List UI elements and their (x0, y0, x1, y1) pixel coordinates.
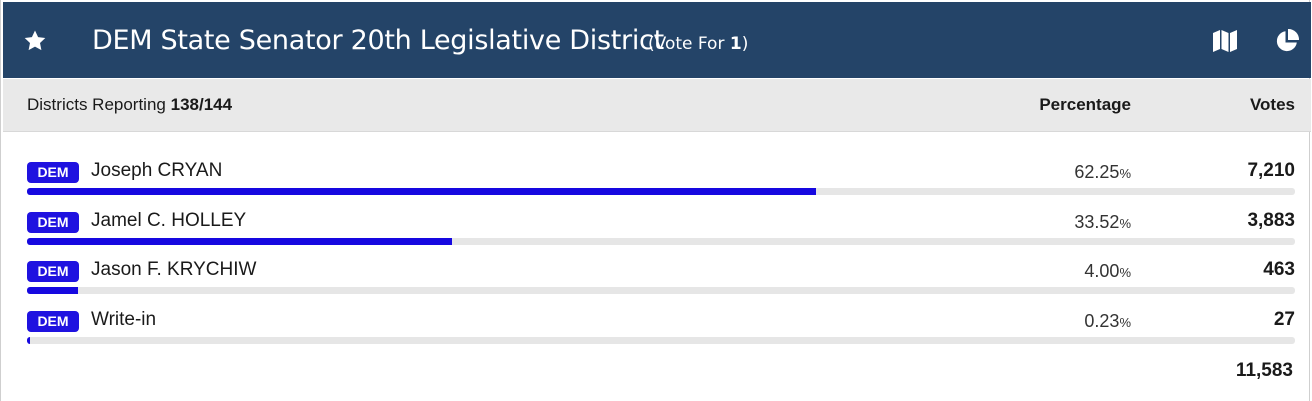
candidate-name: Jamel C. HOLLEY (91, 210, 247, 231)
contest-title: DEM State Senator 20th Legislative Distr… (92, 25, 664, 56)
vote-share-fill (27, 287, 78, 294)
vote-for-count: 1 (729, 34, 742, 54)
candidate-name: Jason F. KRYCHIW (91, 259, 257, 280)
candidate-row: DEM Write-in 0.23% 27 (1, 299, 1311, 349)
vote-share-bar (27, 188, 1295, 195)
candidate-percentage: 62.25% (1074, 162, 1131, 182)
pie-chart-icon[interactable] (1274, 28, 1300, 54)
candidate-row: DEM Jason F. KRYCHIW 4.00% 463 (1, 249, 1311, 299)
party-badge: DEM (27, 311, 79, 332)
total-votes: 11,583 (1235, 360, 1293, 381)
votes-column-header: Votes (1249, 95, 1295, 114)
percentage-column-header: Percentage (1039, 95, 1131, 114)
vote-share-bar (27, 337, 1295, 344)
candidate-row: DEM Jamel C. HOLLEY 33.52% 3,883 (1, 200, 1311, 250)
candidate-votes: 7,210 (1247, 160, 1295, 181)
candidate-percentage: 33.52% (1074, 212, 1131, 232)
vote-share-fill (27, 188, 817, 195)
candidate-name: Write-in (91, 309, 157, 330)
vote-share-fill (27, 337, 30, 344)
districts-reporting: Districts Reporting 138/144 (27, 95, 233, 114)
candidate-row: DEM Joseph CRYAN 62.25% 7,210 (1, 150, 1311, 200)
candidate-percentage: 4.00% (1084, 261, 1131, 281)
party-badge: DEM (27, 261, 79, 282)
contest-header: DEM State Senator 20th Legislative Distr… (3, 2, 1311, 78)
map-icon[interactable] (1212, 28, 1238, 54)
party-badge: DEM (27, 212, 79, 233)
party-badge: DEM (27, 162, 79, 183)
candidate-votes: 27 (1273, 309, 1295, 330)
districts-reporting-value: 138/144 (170, 95, 233, 114)
vote-share-bar (27, 287, 1295, 294)
candidate-votes: 3,883 (1247, 210, 1295, 231)
contest-card: DEM State Senator 20th Legislative Distr… (0, 0, 1311, 401)
candidate-percentage: 0.23% (1084, 311, 1131, 331)
results-subheader: Districts Reporting 138/144 Percentage V… (3, 79, 1311, 132)
vote-share-fill (27, 238, 453, 245)
vote-share-bar (27, 238, 1295, 245)
candidate-votes: 463 (1263, 259, 1295, 280)
vote-for-label: (Vote For 1) (648, 34, 749, 54)
star-icon[interactable] (23, 29, 47, 53)
candidate-name: Joseph CRYAN (91, 160, 223, 181)
